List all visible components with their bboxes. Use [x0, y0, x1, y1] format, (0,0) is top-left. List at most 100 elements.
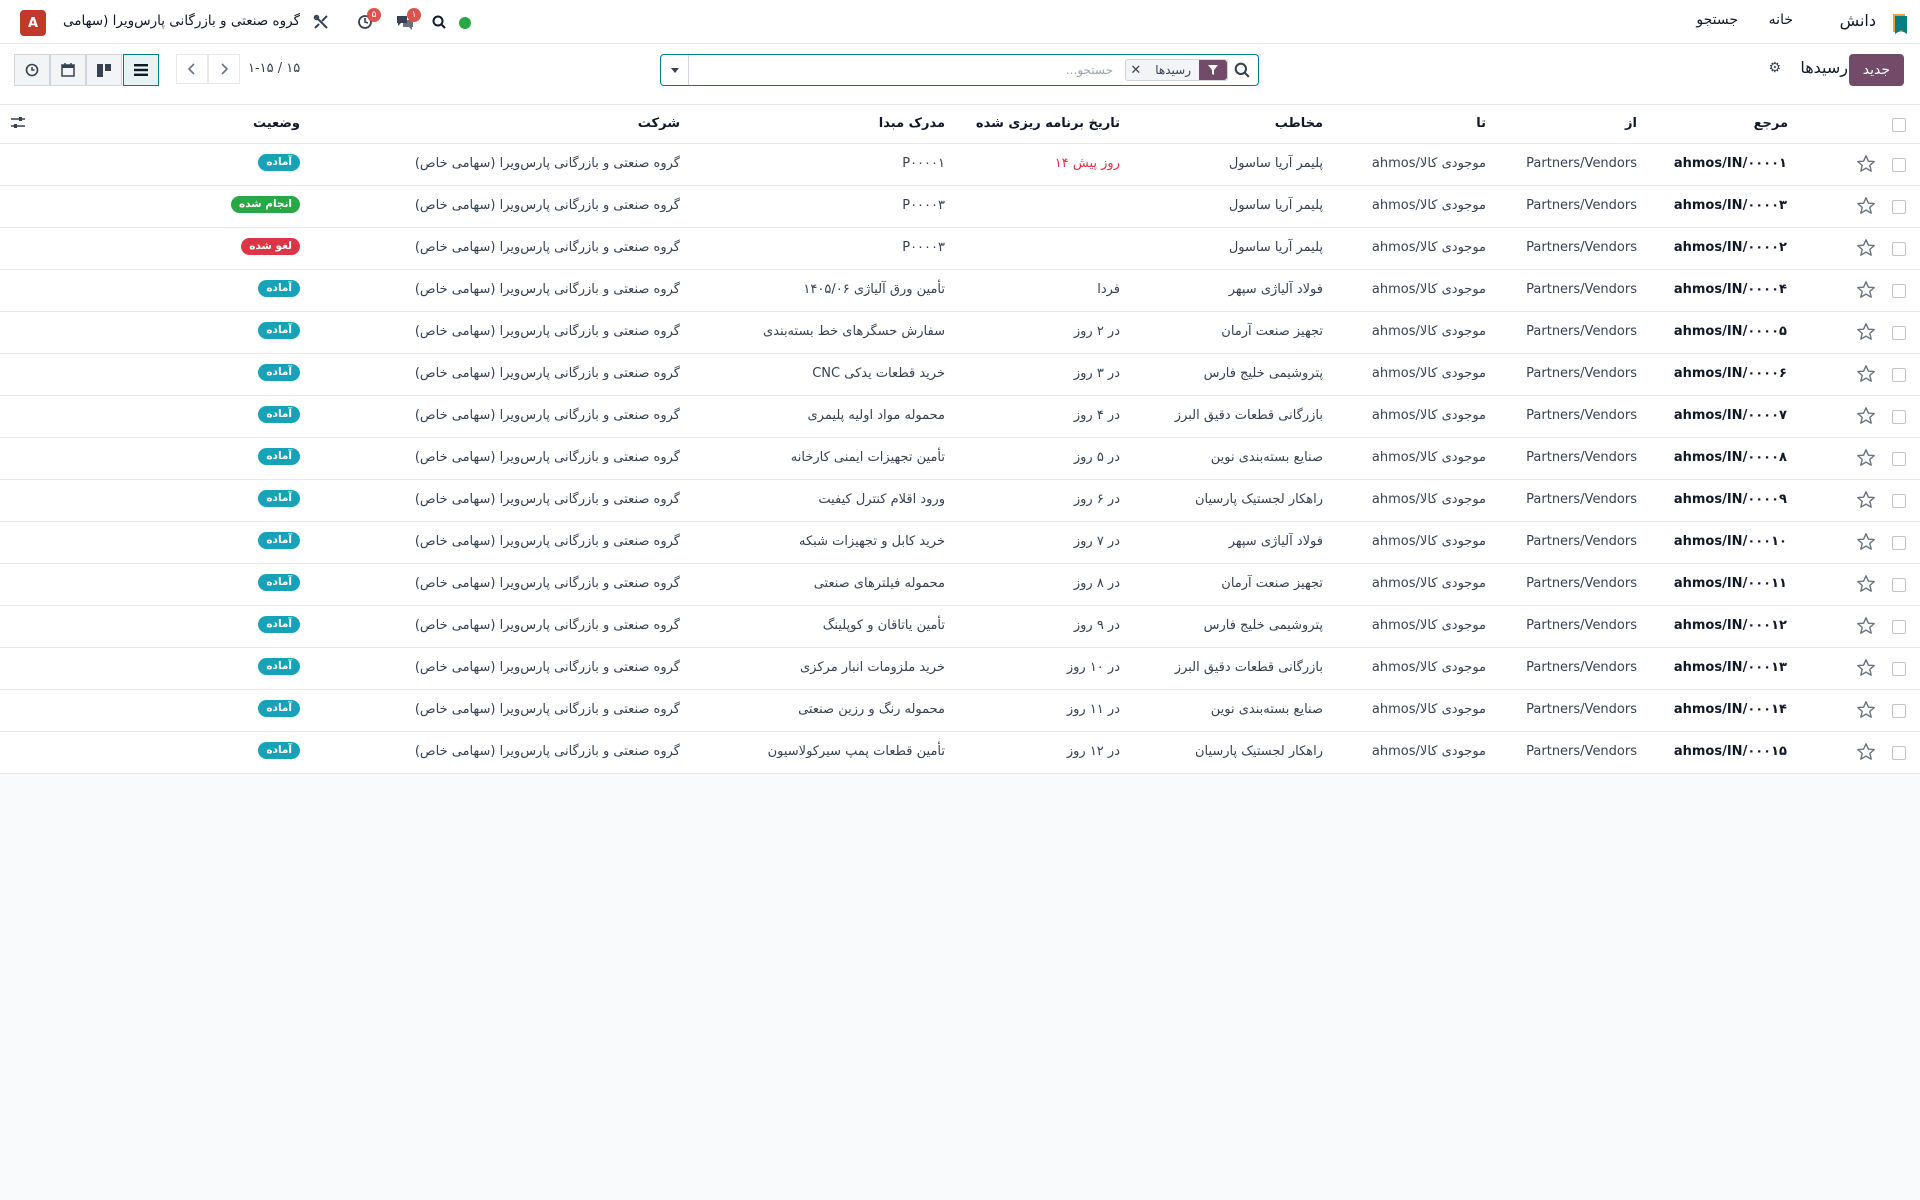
status-badge: آماده — [258, 154, 300, 171]
receipts-table: مرجع از تا مخاطب تاریخ برنامه ریزی شده م… — [0, 104, 1920, 774]
col-header-to[interactable]: تا — [1476, 116, 1486, 131]
col-header-source-document[interactable]: مدرک مبدا — [879, 116, 945, 131]
table-row[interactable]: ahmos/IN/۰۰۰۰۳ Partners/Vendors ahmos/موجو… — [0, 186, 1920, 228]
star-icon[interactable] — [1856, 154, 1876, 174]
search-icon[interactable] — [429, 12, 449, 32]
company-switcher[interactable]: گروه صنعتی و بازرگانی پارس‌ویرا (سهامی .… — [62, 13, 300, 29]
optional-columns-icon[interactable] — [10, 115, 26, 131]
star-icon[interactable] — [1856, 532, 1876, 552]
debug-tools-icon[interactable] — [311, 12, 331, 32]
pager-value[interactable]: ۱-۱۵ / ۱۵ — [248, 61, 300, 76]
chat-icon[interactable]: ۱ — [395, 8, 421, 32]
cell-from: Partners/Vendors — [1526, 450, 1637, 465]
close-icon[interactable]: ✕ — [1126, 63, 1147, 78]
list-view-button[interactable] — [123, 54, 159, 86]
row-checkbox[interactable] — [1892, 368, 1906, 382]
cell-to: ahmos/موجودی کالا — [1371, 156, 1486, 171]
cell-to: ahmos/موجودی کالا — [1371, 450, 1486, 465]
kanban-view-button[interactable] — [86, 54, 122, 86]
table-row[interactable]: ahmos/IN/۰۰۰۰۶ Partners/Vendors ahmos/موجو… — [0, 354, 1920, 396]
activity-view-button[interactable] — [14, 54, 50, 86]
cell-from: Partners/Vendors — [1526, 366, 1637, 381]
presence-status-icon — [459, 17, 471, 29]
cell-source-document: تأمین قطعات پمپ سیرکولاسیون — [767, 744, 945, 759]
calendar-view-button[interactable] — [50, 54, 86, 86]
pager-next-button[interactable] — [208, 54, 240, 84]
cell-source-document: P۰۰۰۰۳ — [902, 198, 945, 213]
row-checkbox[interactable] — [1892, 662, 1906, 676]
table-row[interactable]: ahmos/IN/۰۰۰۰۸ Partners/Vendors ahmos/موجو… — [0, 438, 1920, 480]
star-icon[interactable] — [1856, 196, 1876, 216]
star-icon[interactable] — [1856, 238, 1876, 258]
cell-company: گروه صنعتی و بازرگانی پارس‌ویرا (سهامی خ… — [414, 198, 680, 213]
table-row[interactable]: ahmos/IN/۰۰۰۰۷ Partners/Vendors ahmos/موجو… — [0, 396, 1920, 438]
row-checkbox[interactable] — [1892, 158, 1906, 172]
search-input[interactable] — [723, 61, 1113, 79]
cell-company: گروه صنعتی و بازرگانی پارس‌ویرا (سهامی خ… — [414, 744, 680, 759]
col-header-contact[interactable]: مخاطب — [1275, 116, 1323, 131]
table-row[interactable]: ahmos/IN/۰۰۰۰۵ Partners/Vendors ahmos/موجو… — [0, 312, 1920, 354]
table-row[interactable]: ahmos/IN/۰۰۰۰۱ Partners/Vendors ahmos/موجو… — [0, 144, 1920, 186]
star-icon[interactable] — [1856, 280, 1876, 300]
cell-company: گروه صنعتی و بازرگانی پارس‌ویرا (سهامی خ… — [414, 282, 680, 297]
table-row[interactable]: ahmos/IN/۰۰۰۱۴ Partners/Vendors ahmos/موجو… — [0, 690, 1920, 732]
row-checkbox[interactable] — [1892, 620, 1906, 634]
row-checkbox[interactable] — [1892, 410, 1906, 424]
col-header-scheduled-date[interactable]: تاریخ برنامه ریزی شده — [976, 116, 1120, 131]
table-row[interactable]: ahmos/IN/۰۰۰۱۰ Partners/Vendors ahmos/موجو… — [0, 522, 1920, 564]
table-row[interactable]: ahmos/IN/۰۰۰۰۲ Partners/Vendors ahmos/موجو… — [0, 228, 1920, 270]
search-facet: رسیدها ✕ — [1125, 59, 1228, 81]
cell-contact: صنایع بسته‌بندی نوین — [1210, 450, 1323, 465]
table-row[interactable]: ahmos/IN/۰۰۰۱۱ Partners/Vendors ahmos/موجو… — [0, 564, 1920, 606]
row-checkbox[interactable] — [1892, 494, 1906, 508]
table-header: مرجع از تا مخاطب تاریخ برنامه ریزی شده م… — [0, 104, 1920, 144]
col-header-company[interactable]: شرکت — [638, 116, 680, 131]
star-icon[interactable] — [1856, 574, 1876, 594]
app-logo-icon[interactable] — [1890, 12, 1910, 36]
cell-contact: راهکار لجستیک پارسیان — [1194, 744, 1323, 759]
avatar[interactable]: A — [20, 10, 46, 36]
activity-badge: ۵ — [367, 8, 381, 22]
row-checkbox[interactable] — [1892, 452, 1906, 466]
gear-icon[interactable]: ⚙ — [1768, 60, 1781, 76]
star-icon[interactable] — [1856, 700, 1876, 720]
nav-link-search[interactable]: جستجو — [1696, 12, 1738, 28]
col-header-from[interactable]: از — [1625, 116, 1637, 131]
activity-clock-icon[interactable]: ۵ — [355, 8, 381, 32]
row-checkbox[interactable] — [1892, 284, 1906, 298]
select-all-checkbox[interactable] — [1892, 118, 1906, 132]
row-checkbox[interactable] — [1892, 536, 1906, 550]
new-button[interactable]: جدید — [1848, 54, 1904, 86]
star-icon[interactable] — [1856, 364, 1876, 384]
search-submit-icon[interactable] — [1234, 62, 1250, 78]
table-row[interactable]: ahmos/IN/۰۰۰۰۴ Partners/Vendors ahmos/موجو… — [0, 270, 1920, 312]
row-checkbox[interactable] — [1892, 200, 1906, 214]
pager-previous-button[interactable] — [176, 54, 208, 84]
nav-link-home[interactable]: خانه — [1769, 12, 1793, 28]
star-icon[interactable] — [1856, 742, 1876, 762]
cell-reference: ahmos/IN/۰۰۰۰۷ — [1673, 408, 1787, 423]
table-row[interactable]: ahmos/IN/۰۰۰۱۲ Partners/Vendors ahmos/موجو… — [0, 606, 1920, 648]
col-header-reference[interactable]: مرجع — [1754, 116, 1788, 131]
cell-from: Partners/Vendors — [1526, 198, 1637, 213]
table-row[interactable]: ahmos/IN/۰۰۰۱۳ Partners/Vendors ahmos/موجو… — [0, 648, 1920, 690]
app-name[interactable]: دانش — [1840, 11, 1876, 30]
cell-to: ahmos/موجودی کالا — [1371, 366, 1486, 381]
cell-scheduled-date: در ۷ روز — [1073, 534, 1120, 549]
chevron-right-icon — [221, 63, 229, 75]
table-row[interactable]: ahmos/IN/۰۰۰۰۹ Partners/Vendors ahmos/موجو… — [0, 480, 1920, 522]
star-icon[interactable] — [1856, 490, 1876, 510]
col-header-status[interactable]: وضعیت — [253, 116, 300, 131]
star-icon[interactable] — [1856, 448, 1876, 468]
star-icon[interactable] — [1856, 658, 1876, 678]
table-row[interactable]: ahmos/IN/۰۰۰۱۵ Partners/Vendors ahmos/موجو… — [0, 732, 1920, 774]
row-checkbox[interactable] — [1892, 578, 1906, 592]
star-icon[interactable] — [1856, 616, 1876, 636]
row-checkbox[interactable] — [1892, 704, 1906, 718]
star-icon[interactable] — [1856, 322, 1876, 342]
row-checkbox[interactable] — [1892, 746, 1906, 760]
star-icon[interactable] — [1856, 406, 1876, 426]
row-checkbox[interactable] — [1892, 242, 1906, 256]
search-options-toggle[interactable] — [661, 55, 689, 85]
row-checkbox[interactable] — [1892, 326, 1906, 340]
